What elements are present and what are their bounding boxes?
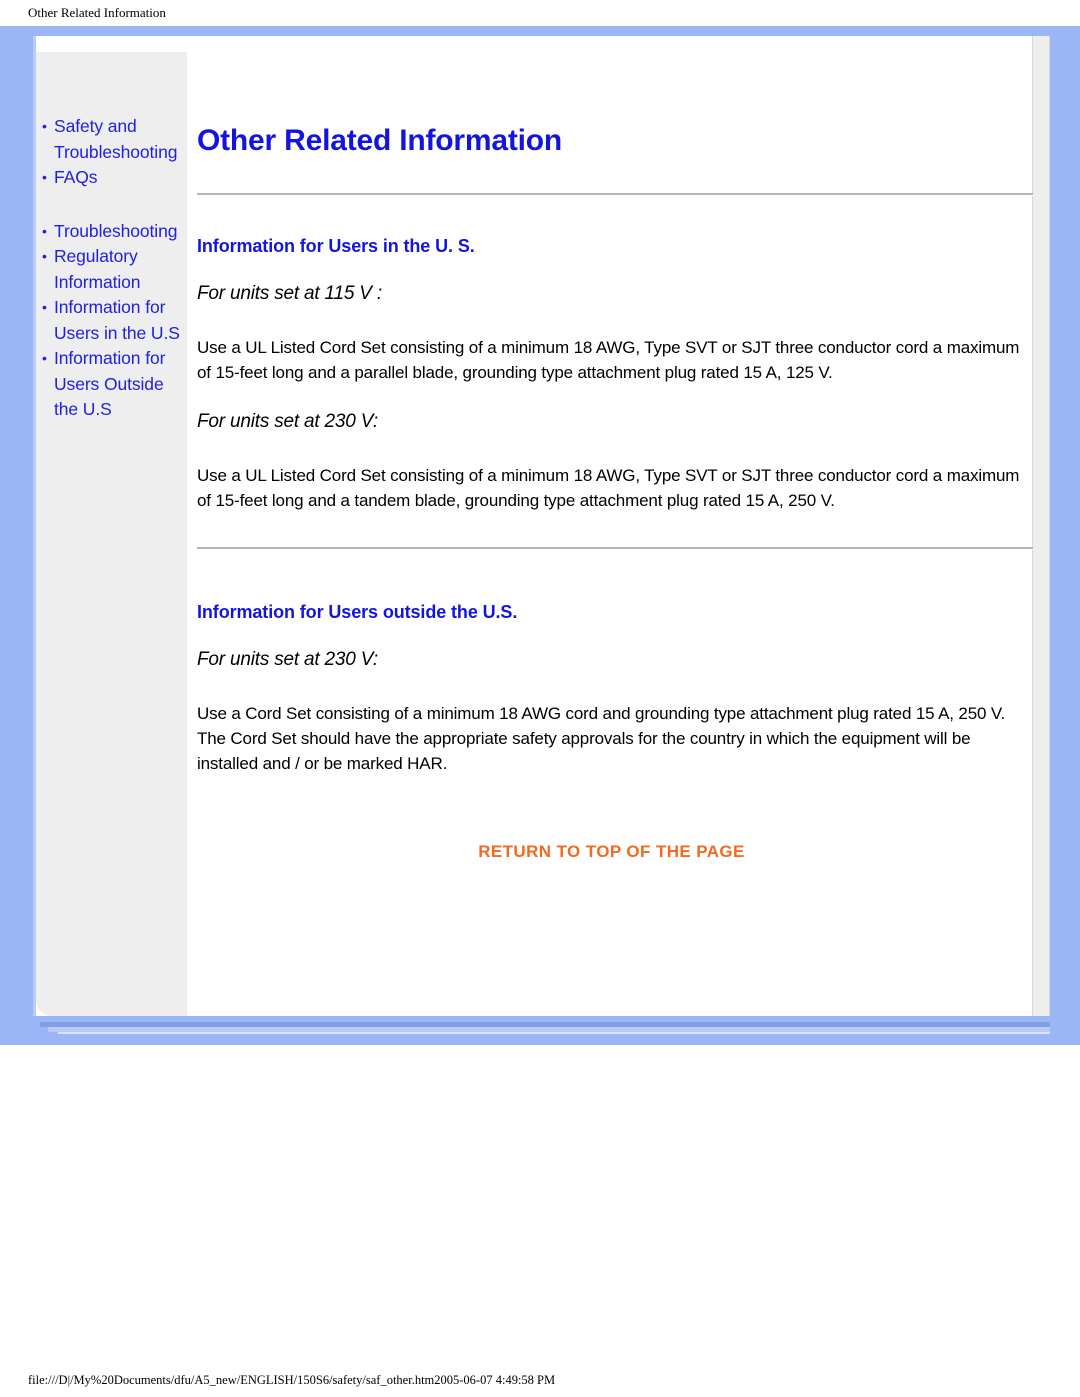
paragraph-units-115v: Use a UL Listed Cord Set consisting of a… xyxy=(197,338,1020,382)
print-header-title: Other Related Information xyxy=(28,5,166,20)
sidebar-item-faqs[interactable]: FAQs xyxy=(36,165,187,191)
return-to-top-container: RETURN TO TOP OF THE PAGE xyxy=(197,776,1026,862)
sidebar-item-troubleshooting[interactable]: Troubleshooting xyxy=(36,219,187,245)
paragraph-units-230v-us: Use a UL Listed Cord Set consisting of a… xyxy=(197,466,1020,510)
main-content: Other Related Information Information fo… xyxy=(188,52,1033,1016)
section-heading-outside-us: Information for Users outside the U.S. xyxy=(197,602,518,622)
print-footer-path: file:///D|/My%20Documents/dfu/A5_new/ENG… xyxy=(28,1373,556,1387)
sidebar-item-safety-and-troubleshooting[interactable]: Safety and Troubleshooting xyxy=(36,114,187,165)
sidebar-group-divider xyxy=(36,191,187,219)
right-gutter-band xyxy=(1032,36,1050,1016)
subheading-units-230v-outside: For units set at 230 V: xyxy=(197,649,378,670)
sidebar-item-regulatory-information[interactable]: Regulatory Information xyxy=(36,244,187,295)
sidebar-group-primary: Safety and Troubleshooting FAQs xyxy=(36,114,187,191)
subheading-units-115v: For units set at 115 V : xyxy=(197,283,382,304)
sidebar-group-secondary: Troubleshooting Regulatory Information I… xyxy=(36,219,187,423)
subheading-units-230v-us: For units set at 230 V: xyxy=(197,411,378,432)
section-heading-us: Information for Users in the U. S. xyxy=(197,236,475,256)
return-to-top-link[interactable]: RETURN TO TOP OF THE PAGE xyxy=(478,842,745,861)
paragraph-units-230v-outside: Use a Cord Set consisting of a minimum 1… xyxy=(197,704,1006,773)
page-title: Other Related Information xyxy=(197,124,563,157)
sidebar-item-information-for-users-outside-the-us[interactable]: Information for Users Outside the U.S xyxy=(36,346,187,423)
page-frame: Safety and Troubleshooting FAQs Troubles… xyxy=(0,26,1080,1045)
page-shadow-lower xyxy=(58,1032,1050,1034)
sidebar-nav: Safety and Troubleshooting FAQs Troubles… xyxy=(36,52,187,423)
sidebar-item-information-for-users-in-the-us[interactable]: Information for Users in the U.S xyxy=(36,295,187,346)
sidebar: Safety and Troubleshooting FAQs Troubles… xyxy=(36,52,187,1016)
